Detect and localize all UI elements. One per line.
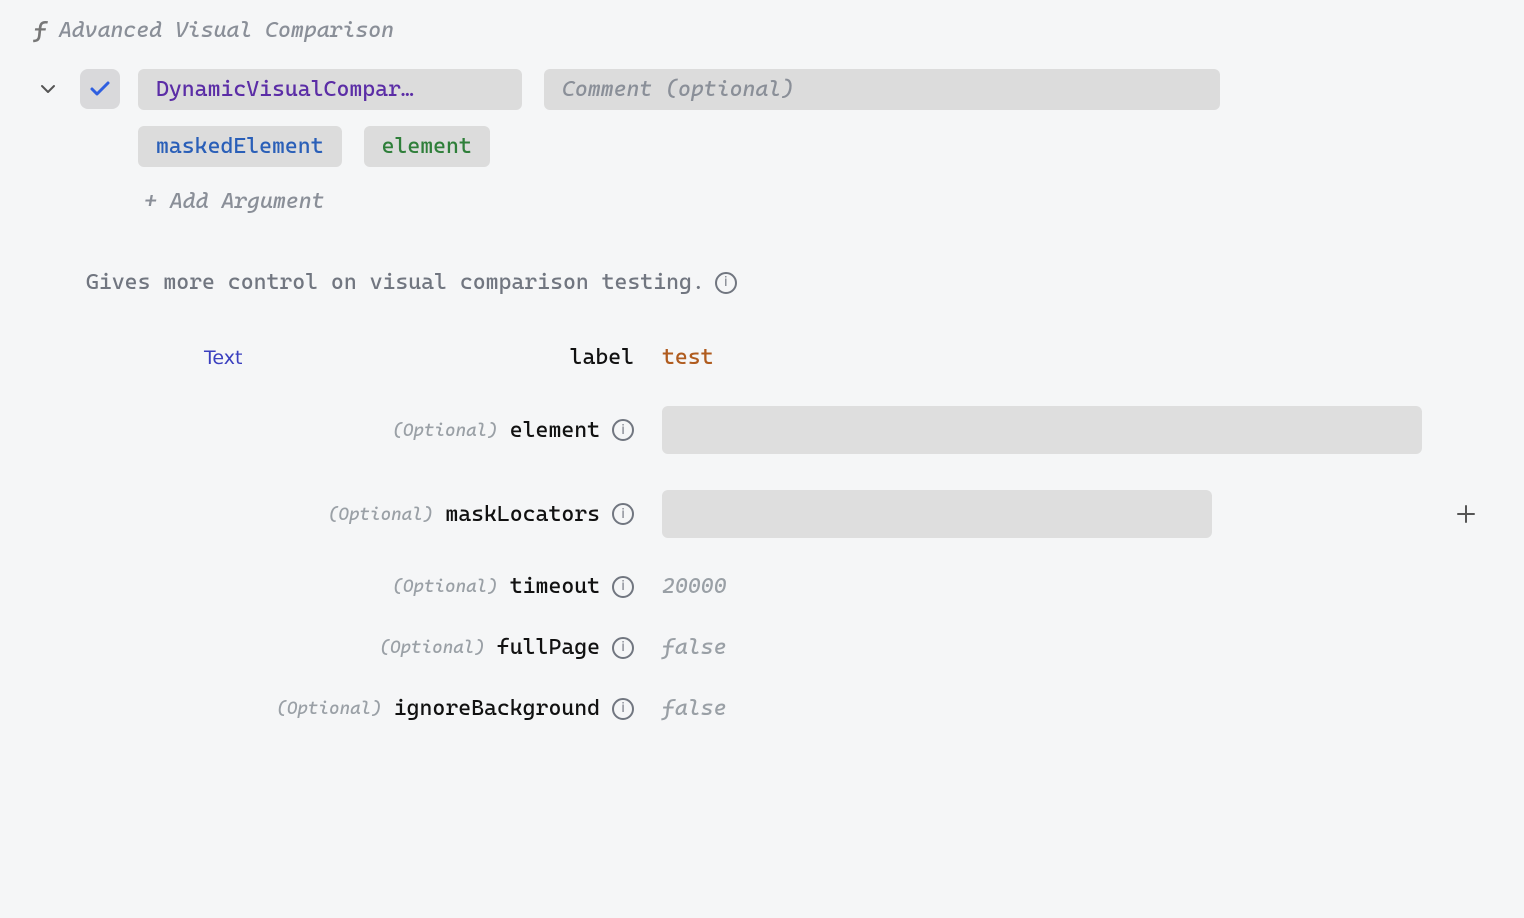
param-value[interactable]: 20000 <box>662 574 1422 599</box>
expand-chevron[interactable] <box>34 75 62 103</box>
step-description-text: Gives more control on visual comparison … <box>86 270 705 295</box>
optional-tag: (Optional) <box>276 698 381 719</box>
argument-name-pill[interactable]: maskedElement <box>138 126 342 167</box>
add-argument-button[interactable]: + Add Argument <box>138 183 1220 220</box>
param-value[interactable]: false <box>662 635 1422 660</box>
param-row-element: (Optional) element i <box>34 406 1490 454</box>
param-input-masklocators[interactable] <box>662 490 1212 538</box>
param-row-label: Text label test <box>34 345 1490 370</box>
info-icon[interactable]: i <box>612 637 634 659</box>
info-icon[interactable]: i <box>612 503 634 525</box>
param-name: ignoreBackground <box>394 696 600 721</box>
argument-value-pill[interactable]: element <box>364 126 490 167</box>
param-row-masklocators: (Optional) maskLocators i <box>34 490 1490 538</box>
param-row-ignorebackground: (Optional) ignoreBackground i false <box>34 696 1490 721</box>
step-editor-card: f Advanced Visual Comparison DynamicVisu… <box>0 0 1524 751</box>
param-name: timeout <box>510 574 600 599</box>
keyword-pill[interactable]: DynamicVisualCompar… <box>138 69 522 110</box>
optional-tag: (Optional) <box>392 576 497 597</box>
step-enabled-checkbox[interactable] <box>80 69 120 109</box>
optional-tag: (Optional) <box>392 420 497 441</box>
param-name: element <box>510 418 600 443</box>
param-value[interactable]: test <box>662 345 714 370</box>
param-row-fullpage: (Optional) fullPage i false <box>34 635 1490 660</box>
step-description: Gives more control on visual comparison … <box>86 270 1490 295</box>
info-icon[interactable]: i <box>612 419 634 441</box>
comment-field[interactable]: Comment (optional) <box>544 69 1220 110</box>
param-value[interactable]: false <box>662 696 1422 721</box>
step-main-row: DynamicVisualCompar… Comment (optional) … <box>34 69 1490 220</box>
step-title-row: f Advanced Visual Comparison <box>34 18 1490 43</box>
param-name: fullPage <box>497 635 600 660</box>
add-locator-button[interactable] <box>1450 498 1482 530</box>
step-title: Advanced Visual Comparison <box>59 18 394 43</box>
info-icon[interactable]: i <box>715 272 737 294</box>
param-name: label <box>570 345 634 370</box>
optional-tag: (Optional) <box>379 637 484 658</box>
parameters-section: Text label test (Optional) element i (Op… <box>34 345 1490 721</box>
param-name: maskLocators <box>445 502 600 527</box>
param-row-timeout: (Optional) timeout i 20000 <box>34 574 1490 599</box>
param-input-element[interactable] <box>662 406 1422 454</box>
type-tag[interactable]: Text <box>204 347 242 369</box>
info-icon[interactable]: i <box>612 698 634 720</box>
optional-tag: (Optional) <box>328 504 433 525</box>
function-icon: f <box>34 18 47 43</box>
step-pills-column: DynamicVisualCompar… Comment (optional) … <box>138 69 1220 220</box>
info-icon[interactable]: i <box>612 576 634 598</box>
